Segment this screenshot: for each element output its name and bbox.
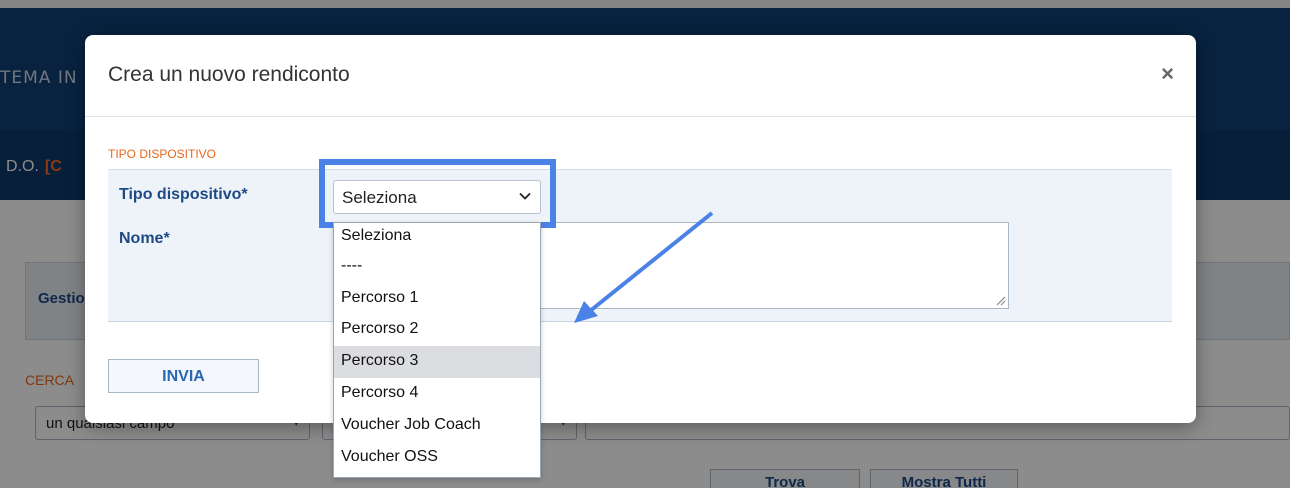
- option-voucher-job-coach[interactable]: Voucher Job Coach: [334, 410, 540, 442]
- option-seleziona[interactable]: Seleziona: [334, 221, 540, 253]
- arrow-annotation-icon: [574, 211, 714, 323]
- tipo-dispositivo-options[interactable]: Seleziona ---- Percorso 1 Percorso 2 Per…: [333, 222, 541, 478]
- option-percorso-4[interactable]: Percorso 4: [334, 378, 540, 410]
- option-percorso-3[interactable]: Percorso 3: [334, 346, 540, 378]
- option-voucher-oss[interactable]: Voucher OSS: [334, 442, 540, 474]
- option-percorso-1[interactable]: Percorso 1: [334, 283, 540, 315]
- option-percorso-2[interactable]: Percorso 2: [334, 314, 540, 346]
- option-separator[interactable]: ----: [334, 251, 540, 283]
